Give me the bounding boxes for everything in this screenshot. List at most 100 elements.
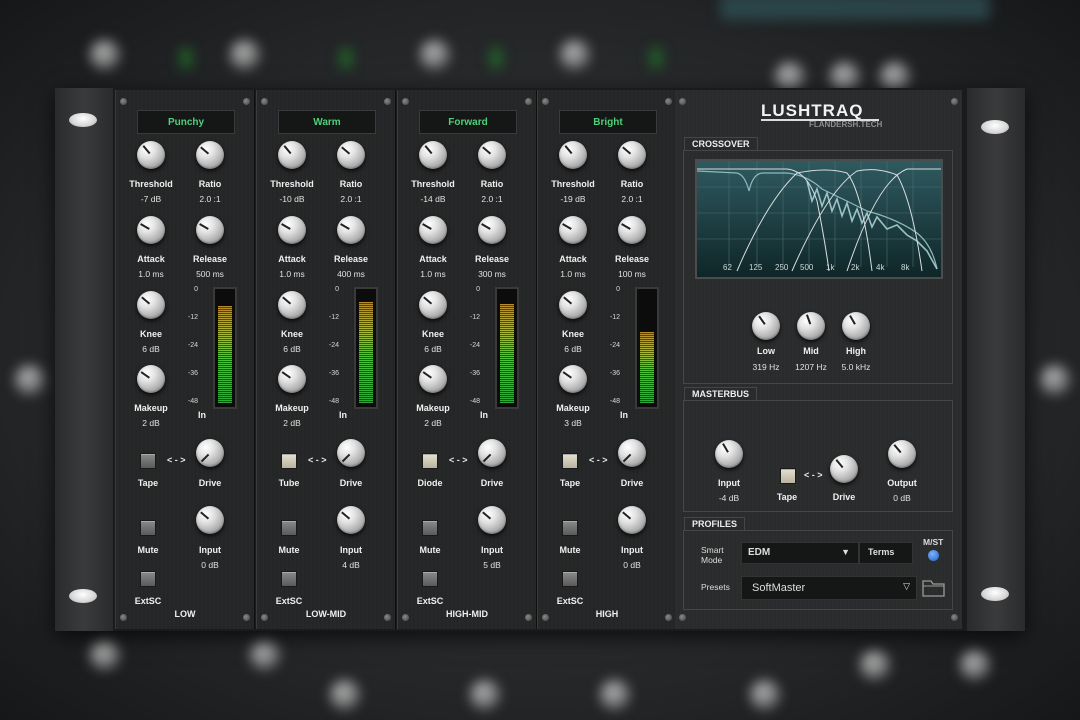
band-preset-display[interactable]: Punchy	[137, 110, 235, 134]
ratio-knob[interactable]	[478, 141, 506, 169]
master-output-knob[interactable]	[888, 440, 916, 468]
threshold-label: Threshold	[411, 179, 455, 189]
attack-knob[interactable]	[419, 216, 447, 244]
master-input-knob[interactable]	[715, 440, 743, 468]
input-knob[interactable]	[196, 506, 224, 534]
knee-knob[interactable]	[419, 291, 447, 319]
release-knob[interactable]	[337, 216, 365, 244]
makeup-knob[interactable]	[559, 365, 587, 393]
ratio-knob[interactable]	[196, 141, 224, 169]
extsc-label: ExtSC	[134, 596, 162, 606]
saturation-mode-button[interactable]	[281, 453, 297, 469]
band-preset-display[interactable]: Forward	[419, 110, 517, 134]
ratio-value: 2.0 :1	[481, 194, 503, 204]
bg-knob	[560, 40, 590, 70]
attack-label: Attack	[278, 254, 306, 264]
master-drive-knob[interactable]	[830, 455, 858, 483]
drive-link-arrow: < - >	[449, 455, 468, 465]
master-drive-label: Drive	[832, 492, 856, 502]
attack-value: 1.0 ms	[138, 269, 164, 279]
rack-ear-left	[55, 88, 113, 631]
input-label: Input	[340, 545, 362, 555]
mute-label: Mute	[278, 545, 300, 555]
drive-knob[interactable]	[337, 439, 365, 467]
knee-knob[interactable]	[559, 291, 587, 319]
extsc-label: ExtSC	[556, 596, 584, 606]
master-tape-button[interactable]	[780, 468, 796, 484]
band-module: Bright Threshold -19 dB Ratio 2.0 :1 Att…	[537, 90, 677, 629]
saturation-mode-label: Tape	[137, 478, 159, 488]
meter-tick-label: -24	[187, 342, 198, 349]
extsc-button[interactable]	[281, 571, 297, 587]
crossover-display[interactable]: 62 125 250 500 1k 2k 4k 8k	[695, 159, 943, 279]
saturation-mode-button[interactable]	[422, 453, 438, 469]
meter-in-label: In	[339, 410, 347, 420]
makeup-knob[interactable]	[278, 365, 306, 393]
bg-knob	[470, 680, 500, 710]
extsc-button[interactable]	[562, 571, 578, 587]
mute-button[interactable]	[422, 520, 438, 536]
mst-toggle-icon[interactable]	[928, 550, 939, 561]
ratio-knob[interactable]	[618, 141, 646, 169]
saturation-mode-label: Diode	[417, 478, 443, 488]
makeup-knob[interactable]	[419, 365, 447, 393]
threshold-value: -19 dB	[560, 194, 586, 204]
crossover-high-label: High	[846, 346, 866, 356]
mute-button[interactable]	[281, 520, 297, 536]
mst-label: M/ST	[923, 537, 944, 547]
knee-label: Knee	[280, 329, 303, 339]
attack-knob[interactable]	[559, 216, 587, 244]
attack-label: Attack	[559, 254, 587, 264]
smart-mode-dropdown[interactable]: EDM ▼	[741, 542, 859, 564]
knee-value: 6 dB	[283, 344, 301, 354]
ratio-knob[interactable]	[337, 141, 365, 169]
saturation-mode-button[interactable]	[140, 453, 156, 469]
screw	[120, 98, 127, 105]
ratio-value: 2.0 :1	[621, 194, 643, 204]
master-output-value: 0 dB	[893, 493, 911, 503]
mute-button[interactable]	[562, 520, 578, 536]
attack-knob[interactable]	[278, 216, 306, 244]
extsc-label: ExtSC	[275, 596, 303, 606]
meter-tick-label: 0	[616, 286, 620, 293]
saturation-mode-button[interactable]	[562, 453, 578, 469]
input-knob[interactable]	[618, 506, 646, 534]
knee-knob[interactable]	[278, 291, 306, 319]
drive-knob[interactable]	[196, 439, 224, 467]
drive-knob[interactable]	[478, 439, 506, 467]
band-preset-display[interactable]: Warm	[278, 110, 376, 134]
mute-button[interactable]	[140, 520, 156, 536]
extsc-button[interactable]	[422, 571, 438, 587]
band-preset-display[interactable]: Bright	[559, 110, 657, 134]
ratio-value: 2.0 :1	[199, 194, 221, 204]
threshold-knob[interactable]	[559, 141, 587, 169]
threshold-knob[interactable]	[278, 141, 306, 169]
knee-label: Knee	[421, 329, 444, 339]
crossover-mid-knob[interactable]	[797, 312, 825, 340]
input-knob[interactable]	[478, 506, 506, 534]
folder-icon[interactable]	[922, 577, 946, 597]
meter-in-label: In	[480, 410, 488, 420]
release-value: 500 ms	[196, 269, 224, 279]
bg-display	[720, 0, 990, 20]
knee-label: Knee	[561, 329, 584, 339]
band-name: LOW	[174, 609, 196, 619]
release-knob[interactable]	[478, 216, 506, 244]
drive-knob[interactable]	[618, 439, 646, 467]
band-module: Warm Threshold -10 dB Ratio 2.0 :1 Attac…	[256, 90, 396, 629]
crossover-high-knob[interactable]	[842, 312, 870, 340]
attack-knob[interactable]	[137, 216, 165, 244]
saturation-mode-label: Tube	[278, 478, 300, 488]
knee-knob[interactable]	[137, 291, 165, 319]
crossover-low-knob[interactable]	[752, 312, 780, 340]
extsc-button[interactable]	[140, 571, 156, 587]
threshold-knob[interactable]	[137, 141, 165, 169]
presets-dropdown[interactable]: SoftMaster ▽	[741, 576, 917, 600]
input-knob[interactable]	[337, 506, 365, 534]
bg-knob	[960, 650, 990, 680]
threshold-knob[interactable]	[419, 141, 447, 169]
makeup-knob[interactable]	[137, 365, 165, 393]
terms-button[interactable]: Terms	[859, 542, 913, 564]
release-knob[interactable]	[196, 216, 224, 244]
release-knob[interactable]	[618, 216, 646, 244]
